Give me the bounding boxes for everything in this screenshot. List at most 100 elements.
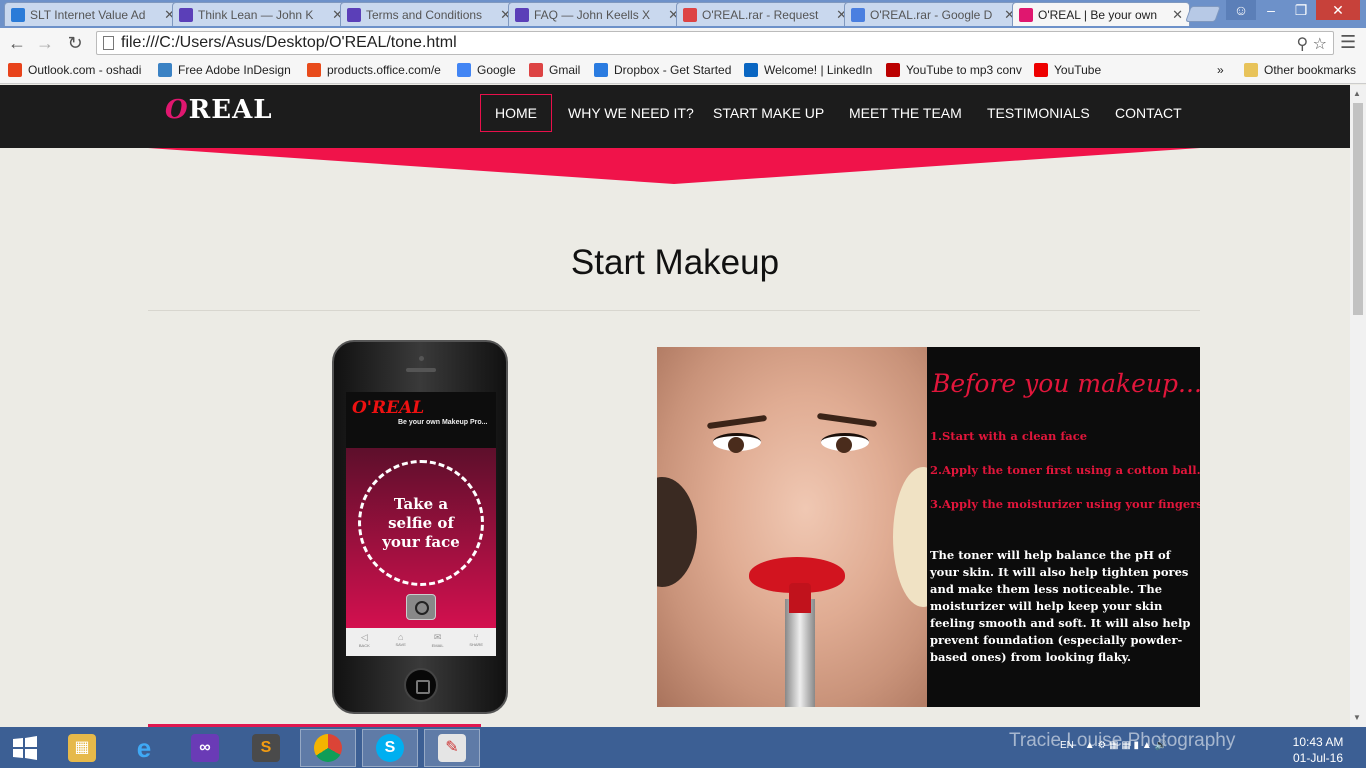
selfie-prompt: Take a selfie of your face xyxy=(358,460,484,586)
user-icon[interactable]: ☺ xyxy=(1226,0,1256,20)
tab-label: O'REAL.rar - Request xyxy=(702,7,819,22)
minimize-button[interactable]: – xyxy=(1256,0,1286,20)
menu-icon[interactable]: ☰ xyxy=(1340,32,1356,53)
bookmark-favicon-icon xyxy=(457,63,471,77)
nav-link[interactable]: HOME xyxy=(480,94,552,132)
bookmark-item[interactable]: products.office.com/e xyxy=(307,63,441,77)
save-icon: ⌂ xyxy=(397,632,404,642)
app-header: O'REAL Be your own Makeup Pro... xyxy=(346,392,496,448)
right-eye xyxy=(821,433,869,453)
restore-button[interactable]: ❐ xyxy=(1286,0,1316,20)
lipstick xyxy=(785,583,815,707)
bookmark-item[interactable]: Free Adobe InDesign xyxy=(158,63,291,77)
bookmark-favicon-icon xyxy=(529,63,543,77)
section-title: Start Makeup xyxy=(570,243,780,282)
powder-puff xyxy=(893,467,927,607)
share-icon: ⑂ xyxy=(473,632,479,642)
bookmark-label: YouTube xyxy=(1054,63,1102,77)
scroll-down-icon[interactable]: ▼ xyxy=(1353,713,1361,722)
bookmarks-overflow-icon[interactable]: » xyxy=(1217,63,1224,77)
forward-icon[interactable]: → xyxy=(34,32,56,54)
sublime-text-icon[interactable]: S xyxy=(238,729,294,767)
new-tab-button[interactable] xyxy=(1185,6,1221,22)
browser-tab[interactable]: SLT Internet Value Ad ✕ xyxy=(4,2,182,26)
clock-date: 01-Jul-16 xyxy=(1292,751,1344,765)
bookmark-label: Dropbox - Get Started xyxy=(614,63,732,77)
star-icon[interactable]: ☆ xyxy=(1313,36,1327,53)
oreal-icon xyxy=(1019,7,1033,22)
tab-close-icon[interactable]: ✕ xyxy=(1172,7,1183,23)
url-text: file:///C:/Users/Asus/Desktop/O'REAL/ton… xyxy=(121,34,457,51)
app-footer-label: EMAIL xyxy=(431,643,444,648)
tray-icons[interactable]: ▲ ⚙ ▦ ▦ ▮ ▲ 🔊 xyxy=(1085,740,1167,751)
internet-explorer-icon[interactable]: e xyxy=(116,729,172,767)
makeup-tips-image: Before you makeup... 1.Start with a clea… xyxy=(657,347,1200,707)
tips-heading: Before you makeup... xyxy=(932,369,1200,398)
start-button[interactable] xyxy=(0,729,50,767)
phone-camera xyxy=(419,356,424,361)
email-icon: ✉ xyxy=(433,632,442,642)
close-window-button[interactable]: ✕ xyxy=(1316,0,1360,20)
nav-link[interactable]: START MAKE UP xyxy=(698,94,839,132)
bookmark-item[interactable]: Outlook.com - oshadi xyxy=(8,63,141,77)
nav-link[interactable]: TESTIMONIALS xyxy=(972,94,1105,132)
model-face-image xyxy=(657,347,927,707)
browser-tab[interactable]: O'REAL | Be your own ✕ xyxy=(1012,2,1190,26)
skype-icon[interactable]: S xyxy=(362,729,418,767)
other-bookmarks[interactable]: Other bookmarks xyxy=(1244,63,1356,77)
back-icon: ◁ xyxy=(360,632,368,642)
slt-icon xyxy=(11,7,25,22)
left-eye xyxy=(713,433,761,453)
tab-strip: SLT Internet Value Ad ✕ Think Lean — John … xyxy=(0,0,1366,28)
app-footer: ◁ BACK ⌂ SAVE ✉ EMAIL ⑂ SHARE xyxy=(346,628,496,656)
bookmark-favicon-icon xyxy=(1034,63,1048,77)
browser-tab[interactable]: FAQ — John Keells X ✕ xyxy=(508,2,686,26)
gmail-icon xyxy=(683,7,697,22)
nav-link[interactable]: MEET THE TEAM xyxy=(834,94,977,132)
bookmark-favicon-icon xyxy=(8,63,22,77)
site-navbar: OREAL HOME WHY WE NEED IT? START MAKE UP ME… xyxy=(0,85,1350,148)
zoom-icon[interactable]: ⚲ xyxy=(1296,36,1308,53)
paint-icon[interactable]: ✎ xyxy=(424,729,480,767)
right-brow xyxy=(816,412,878,428)
file-explorer-icon[interactable]: ▦ xyxy=(54,729,110,767)
chrome-icon[interactable] xyxy=(300,729,356,767)
browser-tab[interactable]: Think Lean — John K ✕ xyxy=(172,2,350,26)
bookmark-label: Gmail xyxy=(549,63,581,77)
bookmark-item[interactable]: YouTube xyxy=(1034,63,1101,77)
windows-icon xyxy=(13,736,37,760)
oreal-logo[interactable]: OREAL xyxy=(165,95,273,125)
nav-link[interactable]: WHY WE NEED IT? xyxy=(553,94,709,132)
bookmark-label: products.office.com/e xyxy=(327,63,441,77)
browser-tab[interactable]: O'REAL.rar - Request ✕ xyxy=(676,2,854,26)
taskbar-clock[interactable]: 10:43 AM 01-Jul-16 xyxy=(1288,734,1348,766)
camera-icon xyxy=(406,594,436,620)
bookmark-label: YouTube to mp3 conv xyxy=(906,63,1022,77)
divider xyxy=(148,310,1200,311)
scroll-up-icon[interactable]: ▲ xyxy=(1353,89,1361,98)
scroll-thumb[interactable] xyxy=(1353,103,1363,315)
bookmark-item[interactable]: Google xyxy=(457,63,516,77)
tip-step-2: 2.Apply the toner first using a cotton b… xyxy=(930,463,1200,477)
tip-step-1: 1.Start with a clean face xyxy=(930,429,1088,443)
bookmark-item[interactable]: Dropbox - Get Started xyxy=(594,63,731,77)
bookmark-item[interactable]: Welcome! | LinkedIn xyxy=(744,63,872,77)
back-icon[interactable]: ← xyxy=(6,32,28,54)
browser-tab[interactable]: Terms and Conditions ✕ xyxy=(340,2,518,26)
nav-link[interactable]: CONTACT xyxy=(1100,94,1197,132)
reload-icon[interactable]: ↻ xyxy=(64,32,86,54)
visual-studio-icon[interactable]: ∞ xyxy=(177,729,233,767)
window-controls: ☺ – ❐ ✕ xyxy=(1226,0,1360,20)
bookmark-label: Welcome! | LinkedIn xyxy=(764,63,873,77)
page-scrollbar[interactable]: ▲ ▼ xyxy=(1350,85,1366,727)
language-indicator[interactable]: EN xyxy=(1060,740,1074,751)
makeup-brush xyxy=(657,477,697,587)
app-footer-item: ⌂ SAVE xyxy=(395,628,405,656)
bookmark-item[interactable]: Gmail xyxy=(529,63,580,77)
address-bar[interactable]: file:///C:/Users/Asus/Desktop/O'REAL/ton… xyxy=(96,31,1334,55)
browser-tab[interactable]: O'REAL.rar - Google D ✕ xyxy=(844,2,1022,26)
clock-time: 10:43 AM xyxy=(1292,735,1344,749)
tab-label: O'REAL.rar - Google D xyxy=(870,7,993,22)
tab-label: Terms and Conditions xyxy=(366,7,483,22)
bookmark-item[interactable]: YouTube to mp3 conv xyxy=(886,63,1022,77)
